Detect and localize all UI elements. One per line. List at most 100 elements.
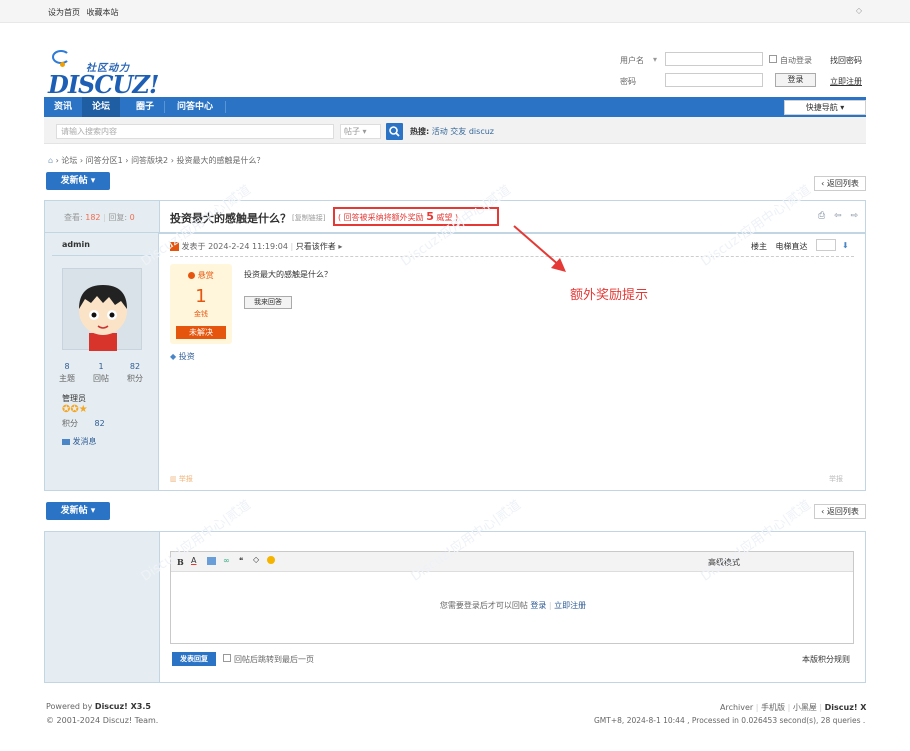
smiley-icon[interactable] (267, 556, 275, 564)
jump-last-checkbox[interactable] (223, 654, 231, 662)
archiver-link[interactable]: Archiver (720, 703, 753, 712)
tag-link[interactable]: 投资 (179, 352, 195, 361)
hot-search-item[interactable]: 交友 (450, 127, 466, 136)
send-pm-link[interactable]: 发消息 (62, 436, 97, 447)
post-content: 投资最大的感触是什么？ (244, 270, 332, 279)
style-switch-icon[interactable]: ◇ (856, 6, 862, 15)
views-label: 查看: (64, 213, 83, 222)
threads-label: 主题 (59, 374, 75, 383)
bounty-status-badge: 未解决 (176, 326, 226, 339)
username-dropdown-icon[interactable]: ▾ (653, 55, 657, 64)
print-icon[interactable]: ⎙ (818, 211, 825, 221)
reply-editor[interactable]: B A ∞ ❝ ◇ 高级模式 您需要登录后才可以回帖 登录 | 立即注册 (170, 551, 854, 644)
next-thread-icon[interactable]: ⇨ (851, 211, 859, 221)
nav-item-group[interactable]: 圈子 (130, 97, 160, 117)
answer-button[interactable]: 我来回答 (244, 296, 292, 309)
view-stats: 查看: 182 | 回复: 0 (64, 213, 135, 222)
forgot-password-link[interactable]: 找回密码 (830, 55, 862, 66)
user-group[interactable]: 管理员 (62, 393, 86, 404)
footer-gmt: GMT+8, 2024-8-1 10:44 , Processed in 0.0… (594, 716, 866, 725)
reply-register-link[interactable]: 立即注册 (554, 601, 586, 610)
prev-thread-icon[interactable]: ⇦ (834, 211, 842, 221)
replies-label: 回复: (108, 213, 128, 222)
image-icon[interactable] (207, 557, 216, 565)
floor-tools: 楼主 电梯直达 (751, 241, 808, 252)
quote-icon[interactable]: ❝ (239, 556, 243, 565)
username-label: 用户名 (620, 56, 644, 65)
rank-stars-icon: ✪✪★ (62, 404, 88, 415)
new-post-button-bottom[interactable]: 发新帖 ▾ (46, 502, 110, 520)
back-to-list-button[interactable]: ‹ 返回列表 (814, 176, 866, 191)
footer-copyright: © 2001-2024 Discuz! Team. (46, 716, 159, 725)
breadcrumb-item[interactable]: 问答分区1 (86, 156, 123, 165)
login-form: 用户名 ▾ 自动登录 找回密码 密码 登录 立即注册 (620, 52, 866, 88)
replies-count: 0 (129, 213, 135, 222)
chevron-down-icon: ▾ (840, 103, 845, 112)
mail-icon (62, 438, 70, 445)
post-actions: ▥ 举报 (170, 475, 193, 483)
brand-link[interactable]: Discuz! X (825, 703, 867, 712)
search-button[interactable] (386, 123, 403, 140)
views-count: 182 (85, 213, 101, 222)
back-to-list-button-bottom[interactable]: ‹ 返回列表 (814, 504, 866, 519)
post-tag: ◆ 投资 (170, 351, 195, 362)
quick-nav-button[interactable]: 快捷导航 ▾ (784, 100, 866, 115)
caret-right-icon: ▸ (338, 242, 343, 251)
bounty-amount: 1 (195, 286, 207, 307)
floor-jump-input[interactable] (816, 239, 836, 251)
username-field[interactable] (665, 52, 763, 66)
home-icon[interactable]: ⌂ (48, 156, 53, 165)
blackroom-link[interactable]: 小黑屋 (793, 703, 817, 712)
breadcrumb-item[interactable]: 论坛 (61, 156, 77, 165)
top-links: 设为首页 收藏本站 (48, 7, 119, 18)
logo-dot-icon (60, 62, 65, 67)
hot-search-item[interactable]: discuz (469, 127, 494, 136)
hot-search-item[interactable]: 活动 (432, 127, 448, 136)
mobile-link[interactable]: 手机版 (761, 703, 785, 712)
replies-count-user[interactable]: 1 (86, 362, 116, 371)
password-field[interactable] (665, 73, 763, 87)
nav-item-news[interactable]: 资讯 (48, 97, 78, 117)
nav-item-forum[interactable]: 论坛 (82, 97, 120, 117)
reply-login-link[interactable]: 登录 (530, 601, 546, 610)
new-post-label-bottom: 发新帖 (60, 506, 88, 516)
powered-prefix: Powered by (46, 702, 93, 711)
autologin-checkbox[interactable] (769, 55, 777, 63)
set-home-link[interactable]: 设为首页 (48, 8, 80, 17)
copy-link[interactable]: [复制链接] (292, 213, 325, 223)
submit-reply-button[interactable]: 发表回复 (172, 652, 216, 666)
bounty-unit: 金钱 (194, 310, 208, 318)
report-link[interactable]: 举报 (829, 474, 843, 484)
site-logo[interactable]: 社区动力 DISCUZ! (46, 42, 159, 99)
credits-row-value: 82 (94, 419, 105, 428)
search-type-select[interactable]: 帖子 ▾ (340, 124, 381, 139)
search-input[interactable]: 请输入搜索内容 (56, 124, 334, 139)
editor-toolbar: B A ∞ ❝ ◇ 高级模式 (171, 552, 853, 572)
login-button[interactable]: 登录 (775, 73, 816, 87)
credits-count[interactable]: 82 (120, 362, 150, 371)
breadcrumb-item[interactable]: 问答版块2 (131, 156, 168, 165)
nav-item-qa[interactable]: 问答中心 (170, 97, 220, 117)
code-icon[interactable]: ◇ (253, 555, 259, 564)
breadcrumb: ⌂ › 论坛 › 问答分区1 › 问答版块2 › 投资最大的感触是什么？ (48, 156, 265, 165)
link-icon[interactable]: ∞ (223, 556, 230, 565)
font-color-icon[interactable]: A (191, 556, 196, 565)
avatar[interactable] (62, 268, 142, 351)
new-post-label: 发新帖 (60, 176, 88, 186)
credit-rules-link[interactable]: 本版积分规则 (802, 654, 850, 665)
search-bar: 请输入搜索内容 帖子 ▾ 热搜: 活动 交友 discuz (44, 117, 866, 144)
author-name[interactable]: admin (62, 240, 90, 249)
bounty-box: 悬赏 1 金钱 未解决 (170, 264, 232, 344)
breadcrumb-current: 投资最大的感触是什么？ (176, 156, 265, 165)
only-author-link[interactable]: 只看该作者 (296, 242, 336, 251)
register-link[interactable]: 立即注册 (830, 76, 862, 87)
hot-search: 热搜: 活动 交友 discuz (410, 126, 494, 137)
powered-link[interactable]: Discuz! X3.5 (95, 702, 151, 711)
reward-number: 5 (426, 210, 434, 223)
avatar-cartoon-icon (79, 285, 127, 351)
new-post-button[interactable]: 发新帖 ▾ (46, 172, 110, 190)
jump-go-icon[interactable]: ⬇ (842, 241, 849, 250)
bookmark-link[interactable]: 收藏本站 (87, 8, 119, 17)
footer-powered: Powered by Discuz! X3.5 (46, 702, 151, 711)
threads-count[interactable]: 8 (52, 362, 82, 371)
